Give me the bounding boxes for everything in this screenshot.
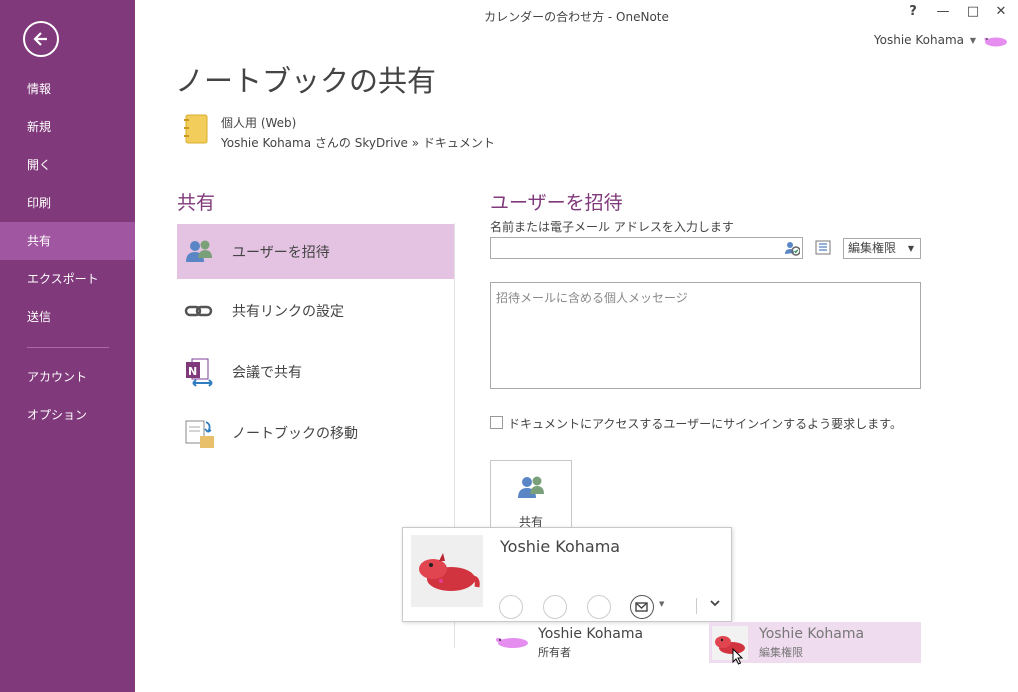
notebook-icon [184, 114, 208, 144]
permission-value: 編集権限 [848, 241, 897, 255]
im-icon[interactable] [499, 595, 523, 619]
sidebar-item-info[interactable]: 情報 [0, 70, 135, 108]
contact-card: Yoshie Kohama ▼ [402, 527, 732, 622]
notebook-name: 個人用 (Web) [221, 116, 297, 130]
email-icon[interactable] [630, 595, 654, 619]
chevron-down-icon[interactable]: ▼ [659, 600, 664, 608]
sidebar-divider [27, 347, 109, 348]
svg-text:N: N [188, 365, 197, 378]
account-name[interactable]: Yoshie Kohama [874, 33, 964, 47]
share-button[interactable]: 共有 [490, 460, 572, 535]
sidebar-item-export[interactable]: エクスポート [0, 260, 135, 298]
user-avatar-icon [496, 637, 528, 648]
share-option-move[interactable]: ノートブックの移動 [177, 405, 454, 460]
shared-user-editor[interactable]: Yoshie Kohama 編集権限 [709, 622, 921, 665]
shared-user-role: 所有者 [538, 646, 571, 659]
mouse-cursor-icon [732, 648, 744, 665]
title-bar: カレンダーの合わせ方 - OneNote ? — □ ✕ [135, 0, 1018, 32]
back-button[interactable] [23, 21, 59, 57]
backstage-sidebar: 情報 新規 開く 印刷 共有 エクスポート 送信 アカウント オプション [0, 0, 135, 692]
maximize-button[interactable]: □ [961, 4, 985, 19]
shared-user-owner[interactable]: Yoshie Kohama 所有者 [490, 622, 702, 663]
sidebar-item-share[interactable]: 共有 [0, 222, 135, 260]
chevron-down-icon: ▼ [907, 244, 914, 253]
shared-user-name: Yoshie Kohama [538, 626, 644, 642]
expand-card-icon[interactable] [709, 597, 721, 609]
minimize-button[interactable]: — [931, 4, 955, 19]
address-book-icon[interactable] [815, 240, 831, 256]
name-input[interactable] [490, 237, 803, 259]
share-option-link[interactable]: 共有リンクの設定 [177, 283, 454, 338]
require-signin-checkbox[interactable] [490, 416, 503, 429]
envelope-icon [635, 602, 648, 612]
chevron-down-icon[interactable]: ▼ [970, 36, 976, 45]
share-option-label: 会議で共有 [232, 364, 302, 381]
share-section-title: 共有 [177, 192, 216, 214]
window-title: カレンダーの合わせ方 - OneNote [484, 10, 669, 24]
link-icon [183, 295, 215, 327]
close-button[interactable]: ✕ [989, 4, 1013, 19]
share-option-label: ユーザーを招待 [232, 244, 330, 261]
move-notebook-icon [183, 417, 215, 449]
user-avatar-icon[interactable] [982, 34, 1008, 48]
sidebar-item-options[interactable]: オプション [0, 396, 135, 434]
video-icon[interactable] [587, 595, 611, 619]
card-separator [696, 598, 697, 614]
share-option-label: 共有リンクの設定 [232, 303, 344, 320]
invite-title: ユーザーを招待 [490, 192, 623, 214]
contact-name: Yoshie Kohama [500, 537, 621, 556]
invite-people-icon [183, 236, 215, 268]
permission-select[interactable]: 編集権限 ▼ [843, 238, 921, 259]
shared-user-role: 編集権限 [759, 646, 803, 659]
sidebar-item-print[interactable]: 印刷 [0, 184, 135, 222]
phone-icon[interactable] [543, 595, 567, 619]
invite-people-icon [518, 476, 544, 498]
require-signin-label: ドキュメントにアクセスするユーザーにサインインするよう要求します。 [508, 417, 902, 431]
contact-photo [411, 535, 483, 607]
sidebar-item-new[interactable]: 新規 [0, 108, 135, 146]
onenote-meeting-icon: N [183, 356, 215, 388]
notebook-path: Yoshie Kohama さんの SkyDrive » ドキュメント [221, 136, 495, 150]
sidebar-item-account[interactable]: アカウント [0, 358, 135, 396]
share-option-invite[interactable]: ユーザーを招待 [177, 224, 454, 279]
sidebar-item-send[interactable]: 送信 [0, 298, 135, 336]
check-names-icon[interactable] [784, 240, 800, 256]
personal-message-textarea[interactable]: 招待メールに含める個人メッセージ [490, 282, 921, 389]
sidebar-item-open[interactable]: 開く [0, 146, 135, 184]
help-button[interactable]: ? [901, 4, 925, 19]
shared-user-name: Yoshie Kohama [759, 626, 865, 642]
share-option-meeting[interactable]: N 会議で共有 [177, 344, 454, 399]
back-arrow-icon [33, 32, 47, 46]
share-option-label: ノートブックの移動 [232, 425, 358, 442]
page-title: ノートブックの共有 [175, 64, 437, 98]
name-field-label: 名前または電子メール アドレスを入力します [490, 220, 734, 234]
